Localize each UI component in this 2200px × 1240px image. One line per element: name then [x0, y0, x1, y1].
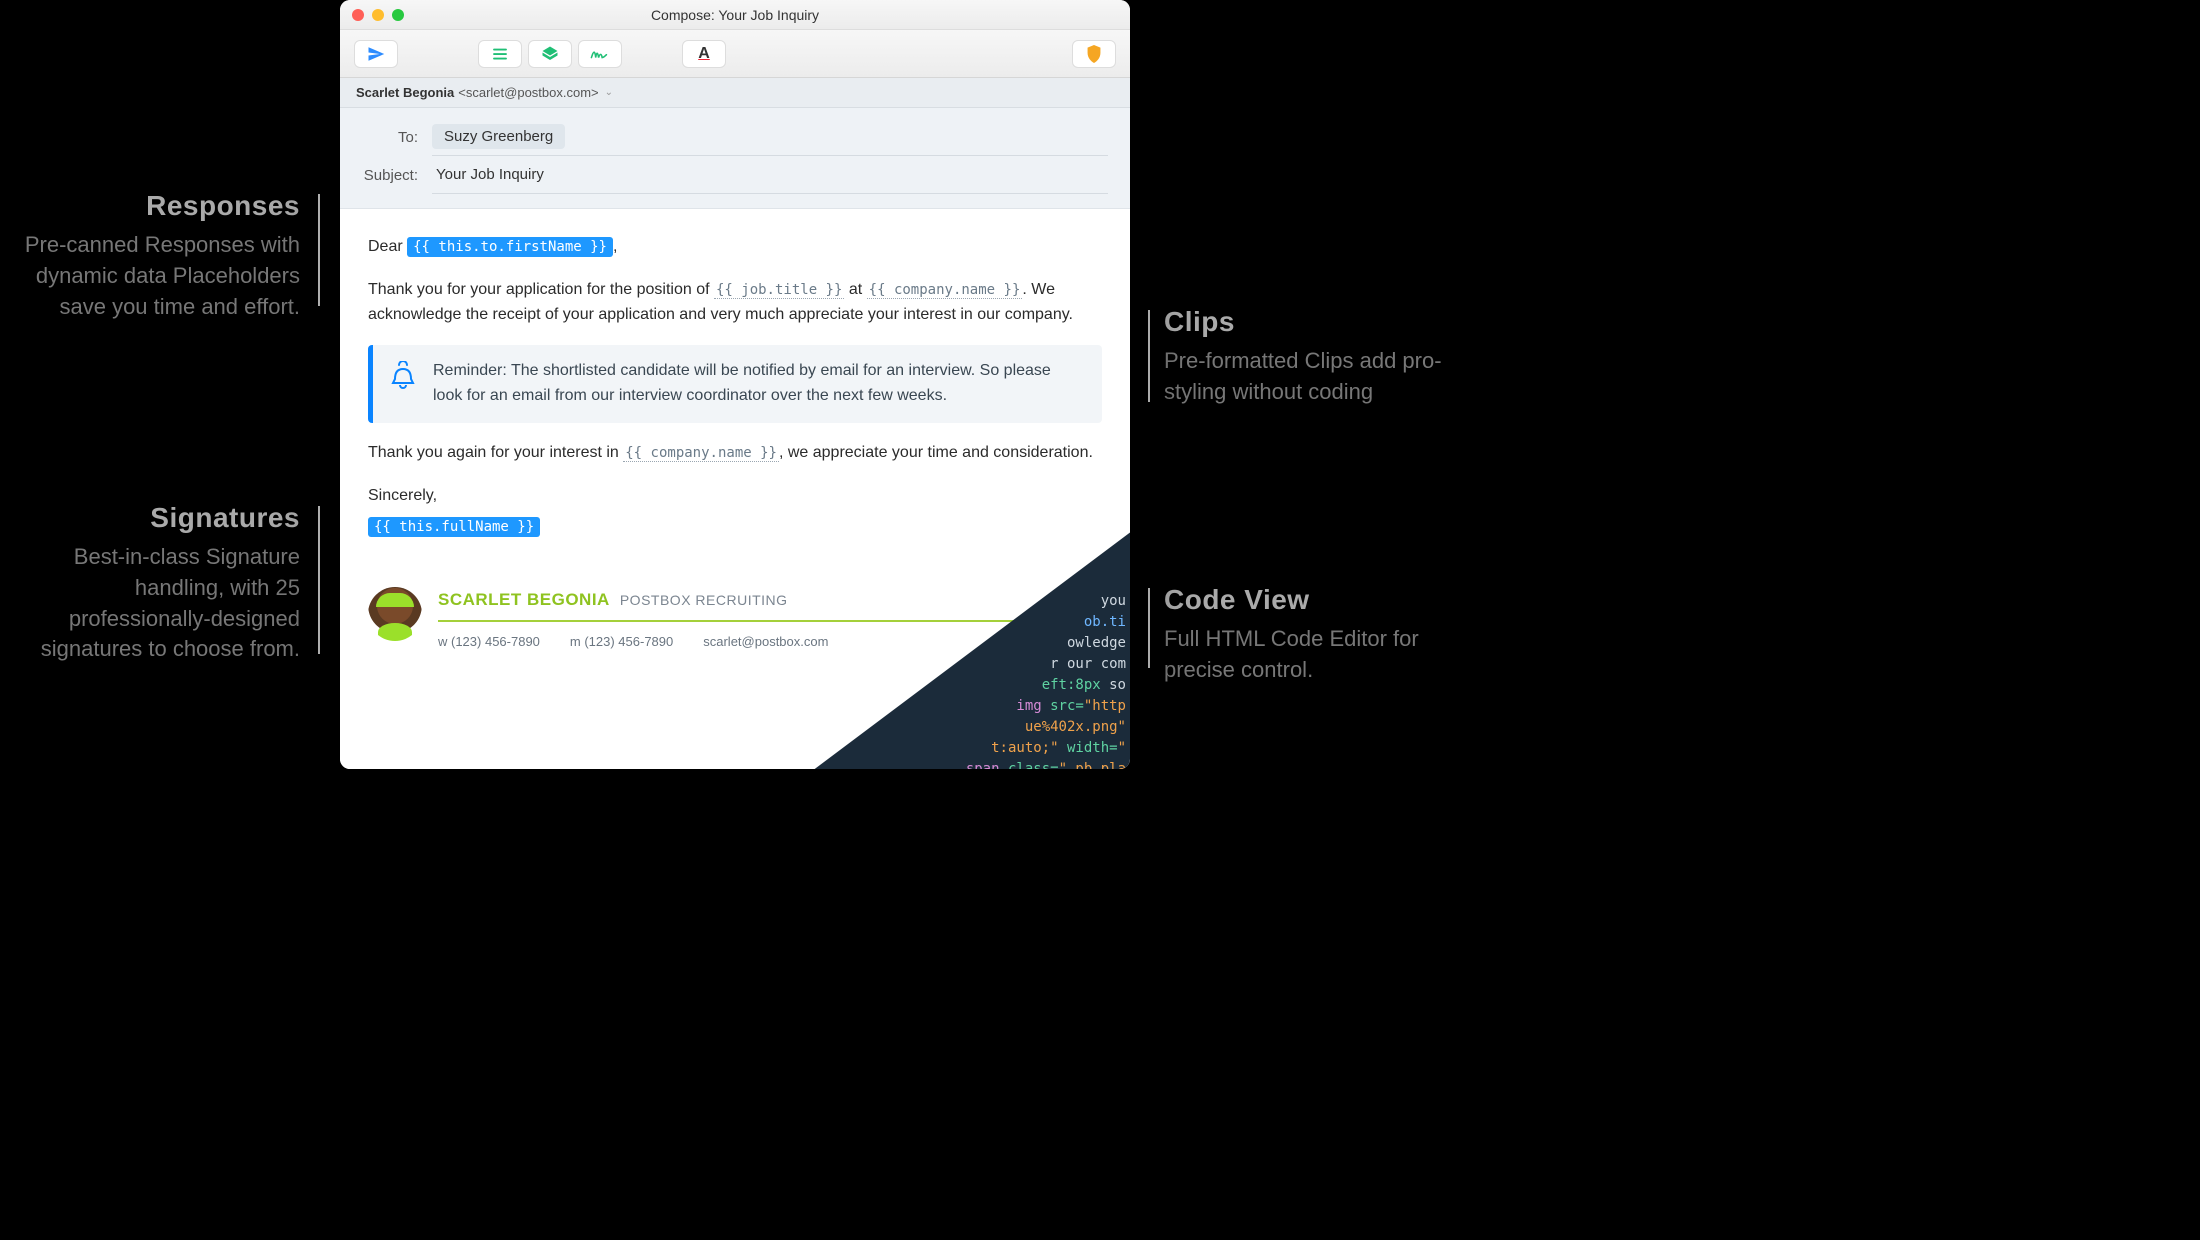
recipient-chip[interactable]: Suzy Greenberg	[432, 124, 565, 149]
signature-name: SCARLET BEGONIA	[438, 587, 610, 613]
clip-text: Reminder: The shortlisted candidate will…	[433, 359, 1084, 409]
code-text: width=	[1059, 740, 1118, 756]
avatar	[368, 587, 422, 641]
annotation-divider	[318, 506, 320, 654]
code-text: src=	[1050, 698, 1084, 714]
compose-headers: To: Suzy Greenberg Subject: Your Job Inq…	[340, 108, 1130, 209]
clips-button[interactable]	[528, 40, 572, 68]
code-text: "http	[1084, 698, 1126, 714]
code-text: eft:8px	[1042, 677, 1101, 693]
subject-row: Subject: Your Job Inquiry	[362, 156, 1108, 194]
code-text: so	[1101, 677, 1126, 693]
code-text: you	[1101, 593, 1126, 609]
to-label: To:	[362, 129, 432, 146]
annotation-clips: Clips Pre-formatted Clips add pro-stylin…	[1164, 306, 1484, 408]
text-format-icon: A	[698, 45, 710, 63]
subject-label: Subject:	[362, 167, 432, 184]
annotation-divider	[1148, 588, 1150, 668]
text: , we appreciate your time and considerat…	[779, 444, 1093, 461]
window-title: Compose: Your Job Inquiry	[340, 7, 1130, 23]
shield-icon	[1086, 45, 1102, 63]
to-field[interactable]: Suzy Greenberg	[432, 118, 1108, 156]
text: Thank you again for your interest in	[368, 444, 623, 461]
format-button[interactable]: A	[682, 40, 726, 68]
placeholder-jobtitle[interactable]: {{ job.title }}	[714, 282, 844, 299]
code-text: t:auto;"	[991, 740, 1058, 756]
layers-icon	[541, 45, 559, 63]
titlebar[interactable]: Compose: Your Job Inquiry	[340, 0, 1130, 30]
placeholder-company[interactable]: {{ company.name }}	[867, 282, 1023, 299]
signoff-placeholder-line: {{ this.fullName }}	[368, 515, 1102, 540]
subject-value: Your Job Inquiry	[432, 166, 544, 183]
responses-button[interactable]	[478, 40, 522, 68]
code-text: class=	[1008, 761, 1059, 769]
toolbar: A	[340, 30, 1130, 78]
annotation-title: Code View	[1164, 584, 1484, 616]
paragraph-1: Thank you for your application for the p…	[368, 278, 1102, 328]
from-name: Scarlet Begonia	[356, 85, 454, 100]
signature-icon	[590, 47, 610, 61]
code-text: ob.ti	[1084, 614, 1126, 630]
send-icon	[367, 45, 385, 63]
compose-body[interactable]: Dear {{ this.to.firstName }}, Thank you …	[340, 209, 1130, 769]
annotation-desc: Full HTML Code Editor for precise contro…	[1164, 624, 1484, 686]
subject-field[interactable]: Your Job Inquiry	[432, 156, 1108, 194]
annotation-responses: Responses Pre-canned Responses with dyna…	[0, 190, 300, 322]
signoff: Sincerely,	[368, 484, 1102, 509]
annotation-codeview: Code View Full HTML Code Editor for prec…	[1164, 584, 1484, 686]
placeholder-fullname[interactable]: {{ this.fullName }}	[368, 517, 540, 537]
code-text: r our com	[1050, 656, 1126, 672]
compose-window: Compose: Your Job Inquiry A Scarlet Be	[340, 0, 1130, 769]
send-button[interactable]	[354, 40, 398, 68]
annotation-title: Signatures	[0, 502, 300, 534]
from-bar[interactable]: Scarlet Begonia <scarlet@postbox.com> ⌄	[340, 78, 1130, 108]
text: Thank you for your application for the p…	[368, 281, 714, 298]
text: Dear	[368, 238, 407, 255]
code-text: span	[966, 761, 1008, 769]
annotation-divider	[1148, 310, 1150, 402]
signature-phone-work: w (123) 456-7890	[438, 632, 540, 652]
signature-phone-mobile: m (123) 456-7890	[570, 632, 673, 652]
annotation-title: Responses	[0, 190, 300, 222]
code-text: "	[1118, 740, 1126, 756]
greeting-line: Dear {{ this.to.firstName }},	[368, 235, 1102, 260]
placeholder-firstname[interactable]: {{ this.to.firstName }}	[407, 237, 613, 257]
annotation-title: Clips	[1164, 306, 1484, 338]
signature-button[interactable]	[578, 40, 622, 68]
code-text: ue%402x.png"	[1025, 719, 1126, 735]
signature-email: scarlet@postbox.com	[703, 632, 828, 652]
to-row: To: Suzy Greenberg	[362, 118, 1108, 156]
from-email: <scarlet@postbox.com>	[458, 85, 598, 100]
annotation-divider	[318, 194, 320, 306]
annotation-signatures: Signatures Best-in-class Signature handl…	[0, 502, 300, 665]
annotation-desc: Pre-canned Responses with dynamic data P…	[0, 230, 300, 322]
code-text: img	[1016, 698, 1050, 714]
responses-icon	[491, 47, 509, 61]
placeholder-company-2[interactable]: {{ company.name }}	[623, 445, 779, 462]
text: at	[844, 281, 866, 298]
paragraph-2: Thank you again for your interest in {{ …	[368, 441, 1102, 466]
code-text: "_pb_pla	[1059, 761, 1126, 769]
code-text: owledge	[1067, 635, 1126, 651]
text: ,	[613, 238, 617, 255]
annotation-desc: Best-in-class Signature handling, with 2…	[0, 542, 300, 665]
clip-block[interactable]: Reminder: The shortlisted candidate will…	[368, 345, 1102, 423]
signature-company: POSTBOX RECRUITING	[620, 590, 788, 612]
security-button[interactable]	[1072, 40, 1116, 68]
chevron-down-icon[interactable]: ⌄	[605, 87, 613, 98]
annotation-desc: Pre-formatted Clips add pro-styling with…	[1164, 346, 1484, 408]
reminder-icon	[391, 359, 415, 400]
